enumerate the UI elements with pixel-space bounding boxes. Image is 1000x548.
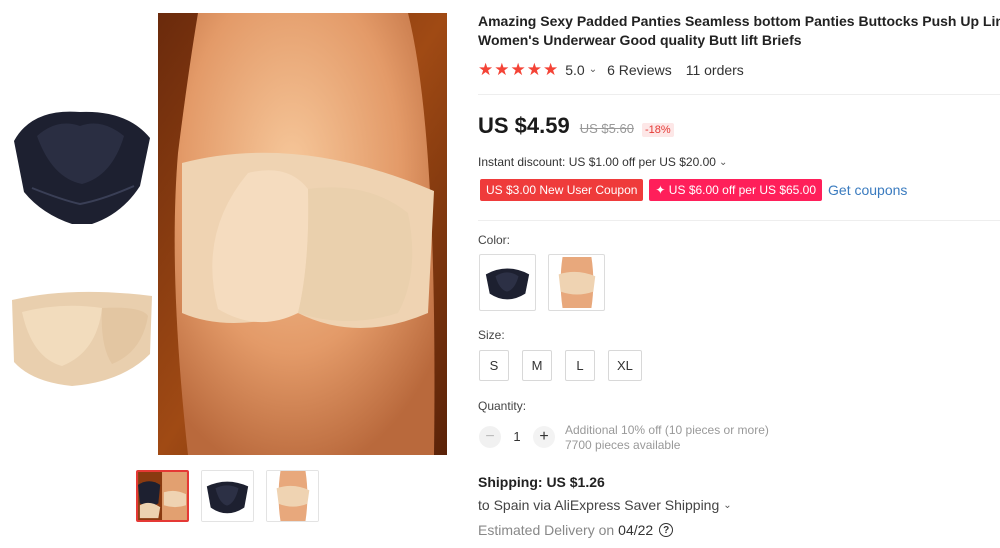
size-option-s[interactable]: S (479, 350, 509, 381)
rating-stars: ★ ★ ★ ★ ★ (478, 61, 558, 78)
reviews-link[interactable]: 6 Reviews (607, 62, 672, 78)
get-coupons-link[interactable]: Get coupons (828, 182, 907, 198)
shipping-cost: US $1.26 (546, 474, 605, 490)
product-title-line2: Women's Underwear Good quality Butt lift… (478, 32, 802, 48)
size-label: Size: (478, 328, 505, 342)
product-title: Amazing Sexy Padded Panties Seamless bot… (478, 12, 1000, 50)
shipping-method[interactable]: to Spain via AliExpress Saver Shipping ⌄ (478, 497, 732, 513)
new-user-coupon[interactable]: US $3.00 New User Coupon (480, 179, 644, 201)
star-icon: ★ (478, 60, 494, 79)
size-option-l[interactable]: L (565, 350, 595, 381)
store-coupon[interactable]: ✦ US $6.00 off per US $65.00 (649, 179, 823, 201)
star-icon: ★ (526, 60, 542, 79)
coupon-row: US $3.00 New User Coupon ✦ US $6.00 off … (480, 179, 907, 201)
increase-quantity-button[interactable]: + (533, 426, 555, 448)
star-icon: ★ (494, 60, 510, 79)
quantity-value[interactable]: 1 (501, 429, 533, 444)
thumbnail-2[interactable] (201, 470, 254, 522)
color-option-black[interactable] (479, 254, 536, 311)
product-info: Amazing Sexy Padded Panties Seamless bot… (478, 0, 1000, 548)
gallery-side-nude-brief[interactable] (2, 282, 157, 412)
original-price: US $5.60 (579, 121, 634, 136)
chevron-down-icon: ⌄ (723, 499, 732, 511)
shipping-label: Shipping: (478, 474, 543, 490)
price-row: US $4.59 US $5.60 -18% (478, 113, 674, 139)
thumbnail-2-image (202, 471, 253, 521)
gallery-side-black-brief[interactable] (2, 96, 157, 226)
black-brief-image (2, 96, 157, 226)
main-product-image[interactable] (158, 13, 447, 455)
instant-discount[interactable]: Instant discount: US $1.00 off per US $2… (478, 155, 727, 169)
current-price: US $4.59 (478, 113, 570, 138)
black-brief-swatch (482, 257, 533, 308)
bulk-discount-note: Additional 10% off (10 pieces or more) (565, 423, 769, 437)
thumbnail-strip (136, 470, 319, 522)
estimated-delivery: Estimated Delivery on 04/22 ? (478, 522, 674, 538)
chevron-down-icon[interactable]: ⌄ (589, 64, 597, 75)
nude-brief-image (2, 282, 157, 412)
delivery-label: Estimated Delivery on (478, 522, 615, 538)
instant-discount-text: Instant discount: US $1.00 off per US $2… (478, 155, 716, 169)
chevron-down-icon: ⌄ (718, 156, 728, 168)
divider (478, 220, 1000, 221)
shipping-via-text: to Spain via AliExpress Saver Shipping (478, 497, 720, 513)
help-icon[interactable]: ? (659, 523, 674, 537)
star-icon: ★ (543, 60, 559, 79)
thumbnail-3[interactable] (266, 470, 319, 522)
shipping-price: Shipping: US $1.26 (478, 474, 605, 490)
color-label: Color: (478, 233, 511, 247)
color-option-nude[interactable] (548, 254, 605, 311)
thumbnail-3-image (267, 471, 318, 521)
quantity-stepper: − 1 + Additional 10% off (10 pieces or m… (479, 423, 769, 453)
divider (478, 94, 1000, 95)
quantity-label: Quantity: (478, 399, 527, 413)
quantity-note: Additional 10% off (10 pieces or more) 7… (565, 423, 769, 453)
product-photo (158, 13, 447, 455)
thumbnail-1[interactable] (136, 470, 189, 522)
size-option-xl[interactable]: XL (608, 350, 642, 381)
stock-available: 7700 pieces available (565, 438, 681, 452)
nude-brief-swatch (551, 257, 602, 308)
size-options: S M L XL (479, 350, 642, 381)
rating-row: ★ ★ ★ ★ ★ 5.0 ⌄ 6 Reviews 11 orders (478, 61, 744, 78)
thumbnail-1-image (138, 472, 187, 520)
discount-badge: -18% (641, 123, 674, 137)
orders-count: 11 orders (685, 61, 744, 78)
star-icon: ★ (510, 60, 526, 79)
color-options (479, 254, 605, 311)
size-option-m[interactable]: M (522, 350, 552, 381)
rating-value[interactable]: 5.0 (565, 62, 584, 78)
product-title-line1: Amazing Sexy Padded Panties Seamless bot… (478, 13, 1000, 29)
delivery-date: 04/22 (618, 522, 654, 538)
decrease-quantity-button[interactable]: − (479, 426, 501, 448)
